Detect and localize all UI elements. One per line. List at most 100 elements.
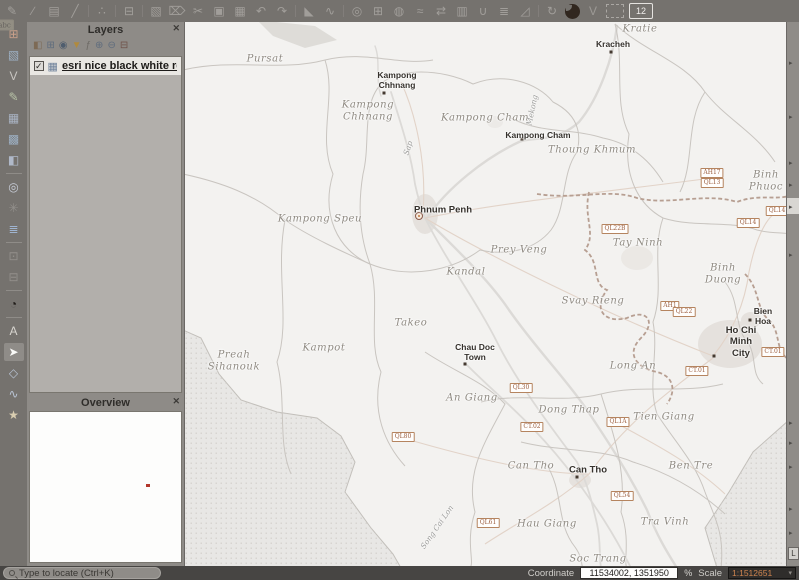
split-features-icon[interactable]: ⇄	[433, 3, 449, 19]
geocode-icon[interactable]: ⊡	[4, 247, 24, 265]
merge-features-icon[interactable]: ∪	[475, 3, 491, 19]
new-geopackage-icon[interactable]: ✎	[4, 88, 24, 106]
city-marker	[749, 319, 752, 322]
elevation-profile-icon[interactable]	[606, 4, 624, 18]
dock-area: Layers ✕ ◧ ⊞ ◉ ▼ƒ ⊕ ⊖ ⊟ ✓ ▦ esri nice black wh…	[27, 22, 185, 566]
simplify-feature-icon[interactable]: ∿	[322, 3, 338, 19]
layer-diagram-icon[interactable]: A	[4, 322, 24, 340]
layers-list: ✓ ▦ esri nice black white red	[29, 56, 182, 393]
map-canvas[interactable]: KratiePursatKampong ChhnangKampong ChamT…	[185, 22, 786, 566]
filter-expression-icon[interactable]: ƒ	[85, 41, 91, 51]
new-shapefile-icon[interactable]: V	[4, 67, 24, 85]
scale-label: Scale	[698, 568, 722, 579]
dock-tab-arrow-icon[interactable]: ▸	[789, 420, 793, 427]
dock-tab-arrow-icon[interactable]: ▸	[789, 182, 793, 189]
toggle-editing-icon[interactable]: ∕	[25, 3, 41, 19]
dock-tab-arrow-icon[interactable]: ▸	[789, 114, 793, 121]
extent-toggle-icon[interactable]: %	[684, 568, 692, 578]
dock-tab-arrow-icon[interactable]: ▸	[789, 252, 793, 259]
undo-icon[interactable]: ↶	[253, 3, 269, 19]
rotate-feature-icon[interactable]: ◣	[301, 3, 317, 19]
dock-tab-arrow-icon[interactable]: ▸	[789, 204, 793, 211]
split-parts-icon[interactable]: ▥	[454, 3, 470, 19]
temporal-controller-icon[interactable]: ◔	[4, 295, 24, 313]
new-grass-layer-icon[interactable]: ▦	[4, 109, 24, 127]
save-layer-edits-icon[interactable]: ▤	[46, 3, 62, 19]
dock-tab-arrow-icon[interactable]: ▸	[789, 440, 793, 447]
polygon-annotation-icon[interactable]: ◇	[4, 364, 24, 382]
dock-tab-arrow-icon[interactable]: ▸	[789, 464, 793, 471]
dock-tab-arrow-icon[interactable]: ▸	[789, 160, 793, 167]
fill-ring-icon[interactable]: ◍	[391, 3, 407, 19]
layer-name[interactable]: esri nice black white red	[62, 60, 177, 72]
toolbar-separator	[6, 317, 22, 318]
overview-extent-marker	[146, 484, 150, 487]
open-layer-styling-icon[interactable]: ◧	[33, 41, 42, 51]
basemap-graphics	[185, 22, 786, 566]
paste-features-icon[interactable]: ▦	[232, 3, 248, 19]
expand-all-icon[interactable]: ⊕	[95, 41, 103, 51]
redo-icon[interactable]: ↷	[274, 3, 290, 19]
dock-tab-arrow-icon[interactable]: ▸	[789, 530, 793, 537]
metasearch-icon[interactable]: ◎	[4, 178, 24, 196]
zoom-level-box[interactable]: 12	[629, 3, 653, 19]
copy-features-icon[interactable]: ▣	[211, 3, 227, 19]
statistics-icon[interactable]: ⊟	[4, 268, 24, 286]
db-manager-icon[interactable]: ≣	[4, 220, 24, 238]
current-edits-icon[interactable]: ✎	[4, 3, 20, 19]
reshape-features-icon[interactable]: ▧	[148, 3, 164, 19]
layer-row[interactable]: ✓ ▦ esri nice black white red	[30, 57, 181, 75]
layers-panel-close-icon[interactable]: ✕	[172, 23, 180, 34]
chevron-down-icon: ▾	[788, 569, 792, 577]
overview-panel-title-text: Overview	[81, 397, 130, 409]
overview-panel: Overview ✕	[27, 395, 184, 566]
dock-bottom-button[interactable]: L	[788, 547, 799, 560]
manage-map-themes-icon[interactable]: ◉	[59, 41, 68, 51]
city-marker	[521, 138, 524, 141]
trim-extend-icon[interactable]: ◿	[517, 3, 533, 19]
add-wms-layer-icon[interactable]: ◧	[4, 151, 24, 169]
layers-toolbar: ◧ ⊞ ◉ ▼ƒ ⊕ ⊖ ⊟	[27, 37, 184, 55]
grass-tools-icon[interactable]: ✳	[4, 199, 24, 217]
toolbar-separator	[6, 242, 22, 243]
overview-map[interactable]	[29, 411, 182, 563]
processing-swirl-icon[interactable]	[565, 4, 580, 19]
filter-legend-icon[interactable]: ▼	[72, 41, 82, 51]
status-bar: Coordinate % Scale 1:1512651 ▾	[0, 566, 799, 580]
layer-checkbox[interactable]: ✓	[34, 61, 44, 71]
modify-attributes-icon[interactable]: ⊟	[121, 3, 137, 19]
toolbar-separator	[88, 5, 89, 17]
styling-toolbox-icon[interactable]: ▧	[4, 46, 24, 64]
offset-curve-icon[interactable]: ≈	[412, 3, 428, 19]
collapse-all-icon[interactable]: ⊖	[107, 41, 115, 51]
overview-panel-close-icon[interactable]: ✕	[172, 396, 180, 407]
digitize-line-icon[interactable]: ╱	[67, 3, 83, 19]
locate-input[interactable]	[19, 568, 149, 579]
vertex-tool-icon[interactable]: ∴	[94, 3, 110, 19]
add-group-icon[interactable]: ⊞	[46, 41, 54, 51]
scale-select[interactable]: 1:1512651 ▾	[728, 567, 796, 579]
city-marker	[383, 92, 386, 95]
overview-panel-title: Overview ✕	[27, 395, 184, 410]
remove-layer-icon[interactable]: ⊟	[120, 41, 128, 51]
new-virtual-layer-icon[interactable]: ▩	[4, 130, 24, 148]
dock-tab-arrow-icon[interactable]: ▸	[789, 506, 793, 513]
layers-panel: Layers ✕ ◧ ⊞ ◉ ▼ƒ ⊕ ⊖ ⊟ ✓ ▦ esri nice black wh…	[27, 22, 184, 395]
right-dock-strip: L ▸ ▸ ▸ ▸ ▸ ▸ ▸ ▸ ▸ ▸ ▸	[786, 22, 799, 566]
line-annotation-icon[interactable]: ∿	[4, 385, 24, 403]
cut-features-icon[interactable]: ✂	[190, 3, 206, 19]
rotate-point-icon[interactable]: ↻	[544, 3, 560, 19]
add-ring-icon[interactable]: ◎	[349, 3, 365, 19]
vertex-editor-icon[interactable]: V	[585, 3, 601, 19]
coordinate-input[interactable]	[580, 567, 678, 579]
delete-selected-icon[interactable]: ⌦	[169, 3, 185, 19]
marker-annotation-icon[interactable]: ★	[4, 406, 24, 424]
select-tool-icon[interactable]: ➤	[4, 343, 24, 361]
dock-tab-arrow-icon[interactable]: ▸	[789, 60, 793, 67]
layers-panel-title: Layers ✕	[27, 22, 184, 37]
add-layer-icon[interactable]: ⊞	[4, 25, 24, 43]
add-part-icon[interactable]: ⊞	[370, 3, 386, 19]
city-marker	[610, 51, 613, 54]
locate-bar[interactable]	[3, 567, 161, 579]
merge-attributes-icon[interactable]: ≣	[496, 3, 512, 19]
